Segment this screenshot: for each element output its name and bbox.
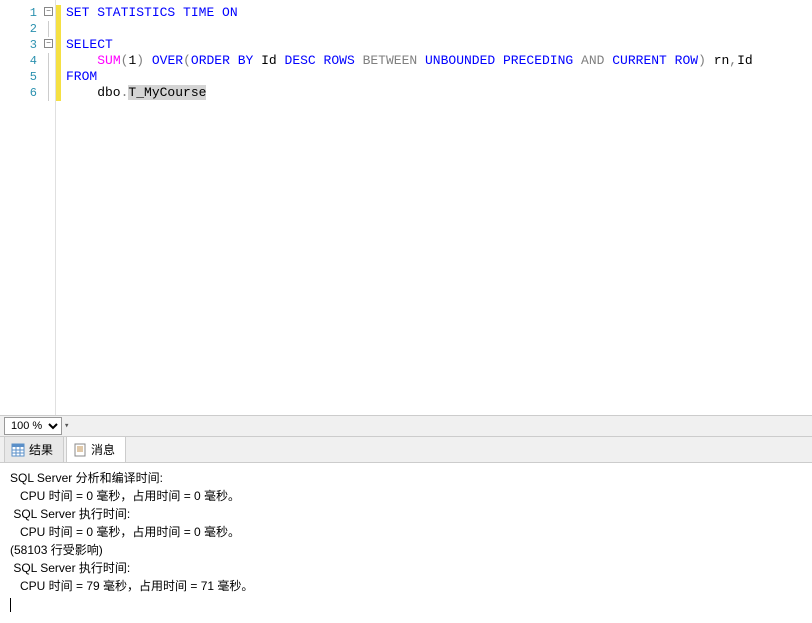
change-marker xyxy=(56,5,61,101)
line-gutter: 1− 2 3− 4 5 6 xyxy=(0,0,56,415)
document-icon xyxy=(73,443,87,457)
selected-text: T_MyCourse xyxy=(128,85,206,100)
fold-line-icon xyxy=(48,21,49,37)
code-line[interactable]: FROM xyxy=(56,69,812,85)
cursor-line xyxy=(10,595,802,613)
message-line: CPU 时间 = 0 毫秒，占用时间 = 0 毫秒。 xyxy=(10,487,802,505)
message-line: SQL Server 执行时间: xyxy=(10,559,802,577)
message-line: CPU 时间 = 0 毫秒，占用时间 = 0 毫秒。 xyxy=(10,523,802,541)
fold-line-icon xyxy=(48,85,49,101)
fold-line-icon xyxy=(48,69,49,85)
line-number: 5 xyxy=(0,69,55,85)
sql-editor[interactable]: 1− 2 3− 4 5 6 SET STATISTICS TIME ON SEL… xyxy=(0,0,812,415)
chevron-down-icon: ▾ xyxy=(64,421,69,431)
tab-results[interactable]: 结果 xyxy=(4,436,64,462)
fold-minus-icon[interactable]: − xyxy=(44,7,53,16)
code-content[interactable]: SET STATISTICS TIME ON SELECT SUM(1) OVE… xyxy=(56,0,812,415)
zoom-bar: 100 % ▾ xyxy=(0,415,812,437)
grid-icon xyxy=(11,443,25,457)
line-number: 2 xyxy=(0,21,55,37)
code-line[interactable]: SELECT xyxy=(56,37,812,53)
line-number: 6 xyxy=(0,85,55,101)
zoom-select[interactable]: 100 % xyxy=(4,417,62,435)
fold-minus-icon[interactable]: − xyxy=(44,39,53,48)
tab-messages[interactable]: 消息 xyxy=(66,436,126,462)
messages-pane[interactable]: SQL Server 分析和编译时间: CPU 时间 = 0 毫秒，占用时间 =… xyxy=(0,463,812,623)
code-line[interactable]: dbo.T_MyCourse xyxy=(56,85,812,101)
fold-line-icon xyxy=(48,53,49,69)
line-number: 3− xyxy=(0,37,55,53)
tab-label: 结果 xyxy=(29,441,53,458)
results-tabs: 结果 消息 xyxy=(0,437,812,463)
message-line: CPU 时间 = 79 毫秒，占用时间 = 71 毫秒。 xyxy=(10,577,802,595)
code-line[interactable] xyxy=(56,21,812,37)
message-line: (58103 行受影响) xyxy=(10,541,802,559)
tab-label: 消息 xyxy=(91,441,115,458)
line-number: 1− xyxy=(0,5,55,21)
code-line[interactable]: SET STATISTICS TIME ON xyxy=(56,5,812,21)
message-line: SQL Server 分析和编译时间: xyxy=(10,469,802,487)
code-line[interactable]: SUM(1) OVER(ORDER BY Id DESC ROWS BETWEE… xyxy=(56,53,812,69)
message-line: SQL Server 执行时间: xyxy=(10,505,802,523)
line-number: 4 xyxy=(0,53,55,69)
